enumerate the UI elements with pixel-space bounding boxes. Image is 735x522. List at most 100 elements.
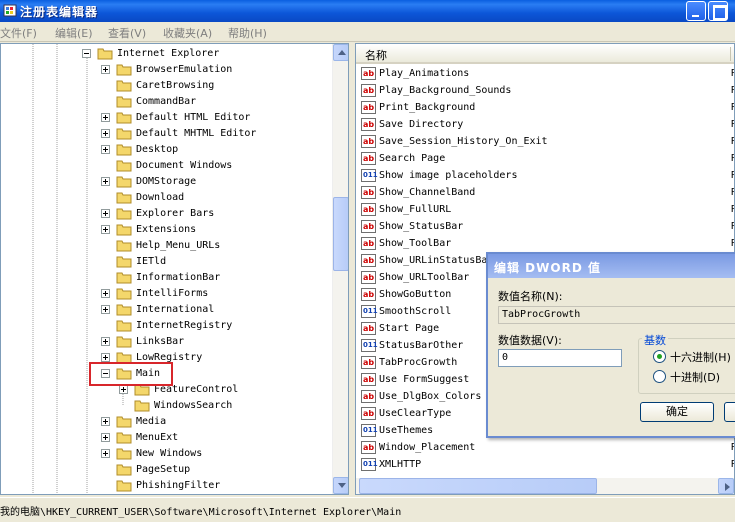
tree-item[interactable]: Extensions xyxy=(1,222,331,237)
list-item[interactable]: abShow_ChannelBand R xyxy=(361,184,734,201)
list-item[interactable]: abSearch Page R xyxy=(361,150,734,167)
hex-radio-label[interactable]: 十六进制(H) xyxy=(670,349,731,365)
tree-item[interactable]: CommandBar xyxy=(1,94,331,109)
list-item[interactable]: abPlay_Animations R xyxy=(361,65,734,82)
tree-item[interactable]: International xyxy=(1,302,331,317)
minimize-button[interactable] xyxy=(686,1,706,21)
folder-icon xyxy=(116,96,132,108)
expand-icon[interactable] xyxy=(101,337,110,346)
scroll-thumb[interactable] xyxy=(333,197,348,271)
scroll-down-button[interactable] xyxy=(333,477,348,494)
expand-icon[interactable] xyxy=(101,113,110,122)
value-type: R xyxy=(731,439,734,456)
menu-file[interactable]: 文件(F) xyxy=(0,25,37,41)
hscroll-thumb[interactable] xyxy=(359,478,597,494)
string-value-icon: ab xyxy=(361,186,376,199)
expand-icon[interactable] xyxy=(101,353,110,362)
key-tree[interactable]: Internet Explorer BrowserEmulation CaretB… xyxy=(0,43,349,495)
menu-favorites[interactable]: 收藏夹(A) xyxy=(163,25,212,41)
menu-view[interactable]: 查看(V) xyxy=(108,25,146,41)
tree-item[interactable]: Desktop xyxy=(1,142,331,157)
list-item[interactable]: abPrint_Background R xyxy=(361,99,734,116)
tree-item-label: New Windows xyxy=(136,448,203,459)
expand-icon[interactable] xyxy=(119,385,128,394)
tree-item[interactable]: MenuExt xyxy=(1,430,331,445)
expand-icon[interactable] xyxy=(101,417,110,426)
tree-item-label: LinksBar xyxy=(136,336,185,347)
expand-icon[interactable] xyxy=(101,129,110,138)
value-name: UseClearType xyxy=(379,408,452,419)
list-item[interactable]: abShow_ToolBar R xyxy=(361,235,734,252)
expand-icon[interactable] xyxy=(101,289,110,298)
tree-item[interactable]: LinksBar xyxy=(1,334,331,349)
list-item[interactable]: abPlay_Background_Sounds R xyxy=(361,82,734,99)
tree-item[interactable]: Document Windows xyxy=(1,158,331,173)
tree-item[interactable]: Media xyxy=(1,414,331,429)
tree-item[interactable]: Help_Menu_URLs xyxy=(1,238,331,253)
ok-button[interactable]: 确定 xyxy=(640,402,714,422)
maximize-button[interactable] xyxy=(708,1,728,21)
tree-item[interactable]: PhishingFilter xyxy=(1,478,331,493)
list-item[interactable]: abWindow_Placement R xyxy=(361,439,734,456)
expand-icon[interactable] xyxy=(101,449,110,458)
tree-item[interactable]: CaretBrowsing xyxy=(1,78,331,93)
tree-item[interactable]: Download xyxy=(1,190,331,205)
tree-item[interactable]: Default MHTML Editor xyxy=(1,126,331,141)
collapse-icon[interactable] xyxy=(82,49,91,58)
menu-edit[interactable]: 编辑(E) xyxy=(55,25,93,41)
status-path: 我的电脑\HKEY_CURRENT_USER\Software\Microsof… xyxy=(0,507,402,518)
tree-item[interactable]: New Windows xyxy=(1,446,331,461)
list-item[interactable]: abShow_FullURL R xyxy=(361,201,734,218)
decimal-radio[interactable] xyxy=(653,370,666,383)
tree-item[interactable]: PageSetup xyxy=(1,462,331,477)
scroll-up-button[interactable] xyxy=(333,44,348,61)
expand-icon[interactable] xyxy=(101,433,110,442)
tree-vertical-scrollbar[interactable] xyxy=(332,44,348,494)
list-item[interactable]: 011Show image placeholders R xyxy=(361,167,734,184)
tree-item[interactable]: WindowsSearch xyxy=(1,398,331,413)
tree-item[interactable]: InformationBar xyxy=(1,270,331,285)
value-type: R xyxy=(731,82,734,99)
tree-item-label: DOMStorage xyxy=(136,176,197,187)
folder-icon xyxy=(116,144,132,156)
tree-item[interactable]: InternetRegistry xyxy=(1,318,331,333)
hex-radio[interactable] xyxy=(653,350,666,363)
string-value-icon: ab xyxy=(361,67,376,80)
folder-icon xyxy=(116,192,132,204)
string-value-icon: ab xyxy=(361,135,376,148)
list-item[interactable]: abSave Directory R xyxy=(361,116,734,133)
column-separator[interactable] xyxy=(730,47,731,61)
scroll-right-button[interactable] xyxy=(718,478,734,494)
list-horizontal-scrollbar[interactable] xyxy=(356,478,734,494)
cancel-button[interactable] xyxy=(724,402,735,422)
decimal-radio-label[interactable]: 十进制(D) xyxy=(670,369,720,385)
list-item[interactable]: abSave_Session_History_On_Exit R xyxy=(361,133,734,150)
expand-icon[interactable] xyxy=(101,65,110,74)
expand-icon[interactable] xyxy=(101,145,110,154)
value-name: Window_Placement xyxy=(379,442,476,453)
dialog-title-bar[interactable]: 编辑 DWORD 值 xyxy=(488,254,735,278)
value-name: Show_URLinStatusBar xyxy=(379,255,494,266)
tree-item-internet-explorer[interactable]: Internet Explorer xyxy=(1,46,331,61)
tree-item[interactable]: IETld xyxy=(1,254,331,269)
value-data-field[interactable]: 0 xyxy=(498,349,622,367)
tree-item[interactable]: IntelliForms xyxy=(1,286,331,301)
expand-icon[interactable] xyxy=(101,177,110,186)
regedit-icon xyxy=(3,4,17,17)
expand-icon[interactable] xyxy=(101,225,110,234)
tree-item[interactable]: Default HTML Editor xyxy=(1,110,331,125)
folder-icon xyxy=(116,240,132,252)
expand-icon[interactable] xyxy=(101,305,110,314)
status-bar: 我的电脑\HKEY_CURRENT_USER\Software\Microsof… xyxy=(0,497,735,522)
list-item[interactable]: abShow_StatusBar R xyxy=(361,218,734,235)
tree-item[interactable]: Explorer Bars xyxy=(1,206,331,221)
binary-value-icon: 011 xyxy=(361,458,378,471)
folder-icon xyxy=(116,272,132,284)
expand-icon[interactable] xyxy=(101,209,110,218)
tree-item[interactable]: BrowserEmulation xyxy=(1,62,331,77)
list-item[interactable]: 011XMLHTTP R xyxy=(361,456,734,473)
tree-item[interactable]: DOMStorage xyxy=(1,174,331,189)
menu-help[interactable]: 帮助(H) xyxy=(228,25,267,41)
column-name-header[interactable]: 名称 xyxy=(365,47,387,63)
binary-value-icon: 011 xyxy=(361,424,378,437)
